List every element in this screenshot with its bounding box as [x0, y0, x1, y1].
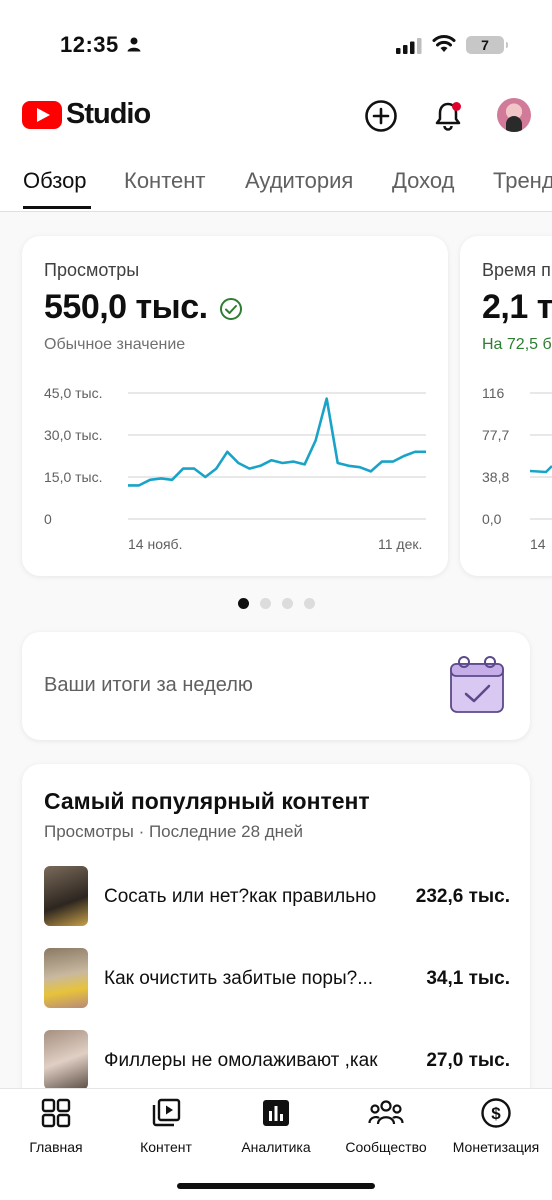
video-thumbnail — [44, 866, 88, 926]
pager-dot[interactable] — [282, 598, 293, 609]
status-bar: 12:35 7 — [0, 0, 552, 90]
wifi-icon — [432, 35, 456, 52]
nav-label: Контент — [140, 1139, 192, 1155]
pager-dot[interactable] — [260, 598, 271, 609]
nav-analytics[interactable]: Аналитика — [221, 1097, 331, 1155]
svg-text:$: $ — [491, 1104, 501, 1123]
nav-monetization[interactable]: $ Монетизация — [441, 1097, 551, 1155]
weekly-summary-label: Ваши итоги за неделю — [44, 674, 253, 696]
avatar[interactable] — [497, 98, 531, 132]
youtube-studio-logo[interactable]: Studio — [22, 98, 151, 131]
watch-time-card[interactable]: Время п 2,1 т На 72,5 б 116 77,7 38,8 0,… — [460, 236, 552, 576]
create-button[interactable] — [361, 96, 401, 136]
tab-trends[interactable]: Тренд — [493, 168, 552, 194]
nav-community[interactable]: Сообщество — [331, 1097, 441, 1155]
battery-indicator: 7 — [466, 36, 508, 54]
popular-content-subtitle: Просмотры · Последние 28 дней — [44, 822, 304, 841]
nav-content[interactable]: Контент — [111, 1097, 221, 1155]
video-title: Сосать или нет?как правильно — [104, 886, 377, 907]
logo-text: Studio — [66, 98, 151, 130]
tab-overview[interactable]: Обзор — [23, 168, 87, 194]
tab-content[interactable]: Контент — [124, 168, 206, 194]
nav-label: Главная — [29, 1139, 83, 1155]
series-line — [128, 397, 426, 487]
weekly-summary-card[interactable]: Ваши итоги за неделю — [22, 632, 530, 740]
notifications-icon — [435, 102, 461, 131]
community-icon — [368, 1100, 404, 1125]
analytics-icon — [263, 1100, 289, 1126]
pager-dot[interactable] — [304, 598, 315, 609]
popular-content-title: Самый популярный контент — [44, 788, 370, 814]
content-icon — [152, 1098, 181, 1127]
video-title: Филлеры не омолаживают ,как — [104, 1050, 378, 1071]
watch-time-chart — [529, 392, 552, 520]
notifications-button[interactable] — [428, 96, 468, 136]
nav-label: Сообщество — [345, 1139, 427, 1155]
youtube-logo-icon — [22, 100, 62, 129]
dashboard-icon — [41, 1098, 71, 1128]
x-tick-label: 14 нояб. — [128, 536, 183, 552]
list-item[interactable]: Филлеры не омолаживают ,как 27,0 тыс. — [44, 1030, 510, 1088]
x-tick-label: 11 дек. — [378, 536, 423, 552]
tab-audience[interactable]: Аудитория — [245, 168, 353, 194]
carousel-pager — [238, 598, 315, 609]
create-icon — [365, 100, 397, 132]
video-title: Как очистить забитые поры?... — [104, 968, 374, 989]
content-area[interactable]: Просмотры 550,0 тыс. Обычное значение 45… — [0, 212, 552, 1088]
views-chart[interactable] — [22, 236, 448, 576]
x-tick-label: 14 — [530, 536, 546, 552]
views-card[interactable]: Просмотры 550,0 тыс. Обычное значение 45… — [22, 236, 448, 576]
popular-content-card[interactable]: Самый популярный контент Просмотры · Пос… — [22, 764, 530, 1088]
tab-bar: Обзор Контент Аудитория Доход Тренд — [0, 150, 552, 212]
bottom-navigation: Главная Контент Аналитика Сообщество $ М… — [0, 1088, 552, 1200]
video-thumbnail — [44, 948, 88, 1008]
video-views: 27,0 тыс. — [426, 1050, 510, 1071]
nav-dashboard[interactable]: Главная — [1, 1097, 111, 1155]
pager-dot[interactable] — [238, 598, 249, 609]
status-time: 12:35 — [60, 32, 119, 57]
tab-revenue[interactable]: Доход — [392, 168, 454, 194]
video-thumbnail — [44, 1030, 88, 1088]
nav-label: Монетизация — [452, 1139, 540, 1155]
person-icon — [127, 37, 141, 52]
video-views: 232,6 тыс. — [415, 886, 510, 907]
nav-label: Аналитика — [241, 1139, 311, 1155]
app-header: Studio — [0, 90, 552, 150]
signal-icon — [396, 38, 422, 54]
list-item[interactable]: Как очистить забитые поры?... 34,1 тыс. — [44, 948, 510, 1010]
video-views: 34,1 тыс. — [426, 968, 510, 989]
list-item[interactable]: Сосать или нет?как правильно 232,6 тыс. — [44, 866, 510, 928]
active-tab-indicator — [23, 206, 91, 209]
home-indicator — [177, 1183, 375, 1189]
calendar-check-icon — [450, 656, 504, 713]
monetization-icon: $ — [481, 1098, 511, 1128]
